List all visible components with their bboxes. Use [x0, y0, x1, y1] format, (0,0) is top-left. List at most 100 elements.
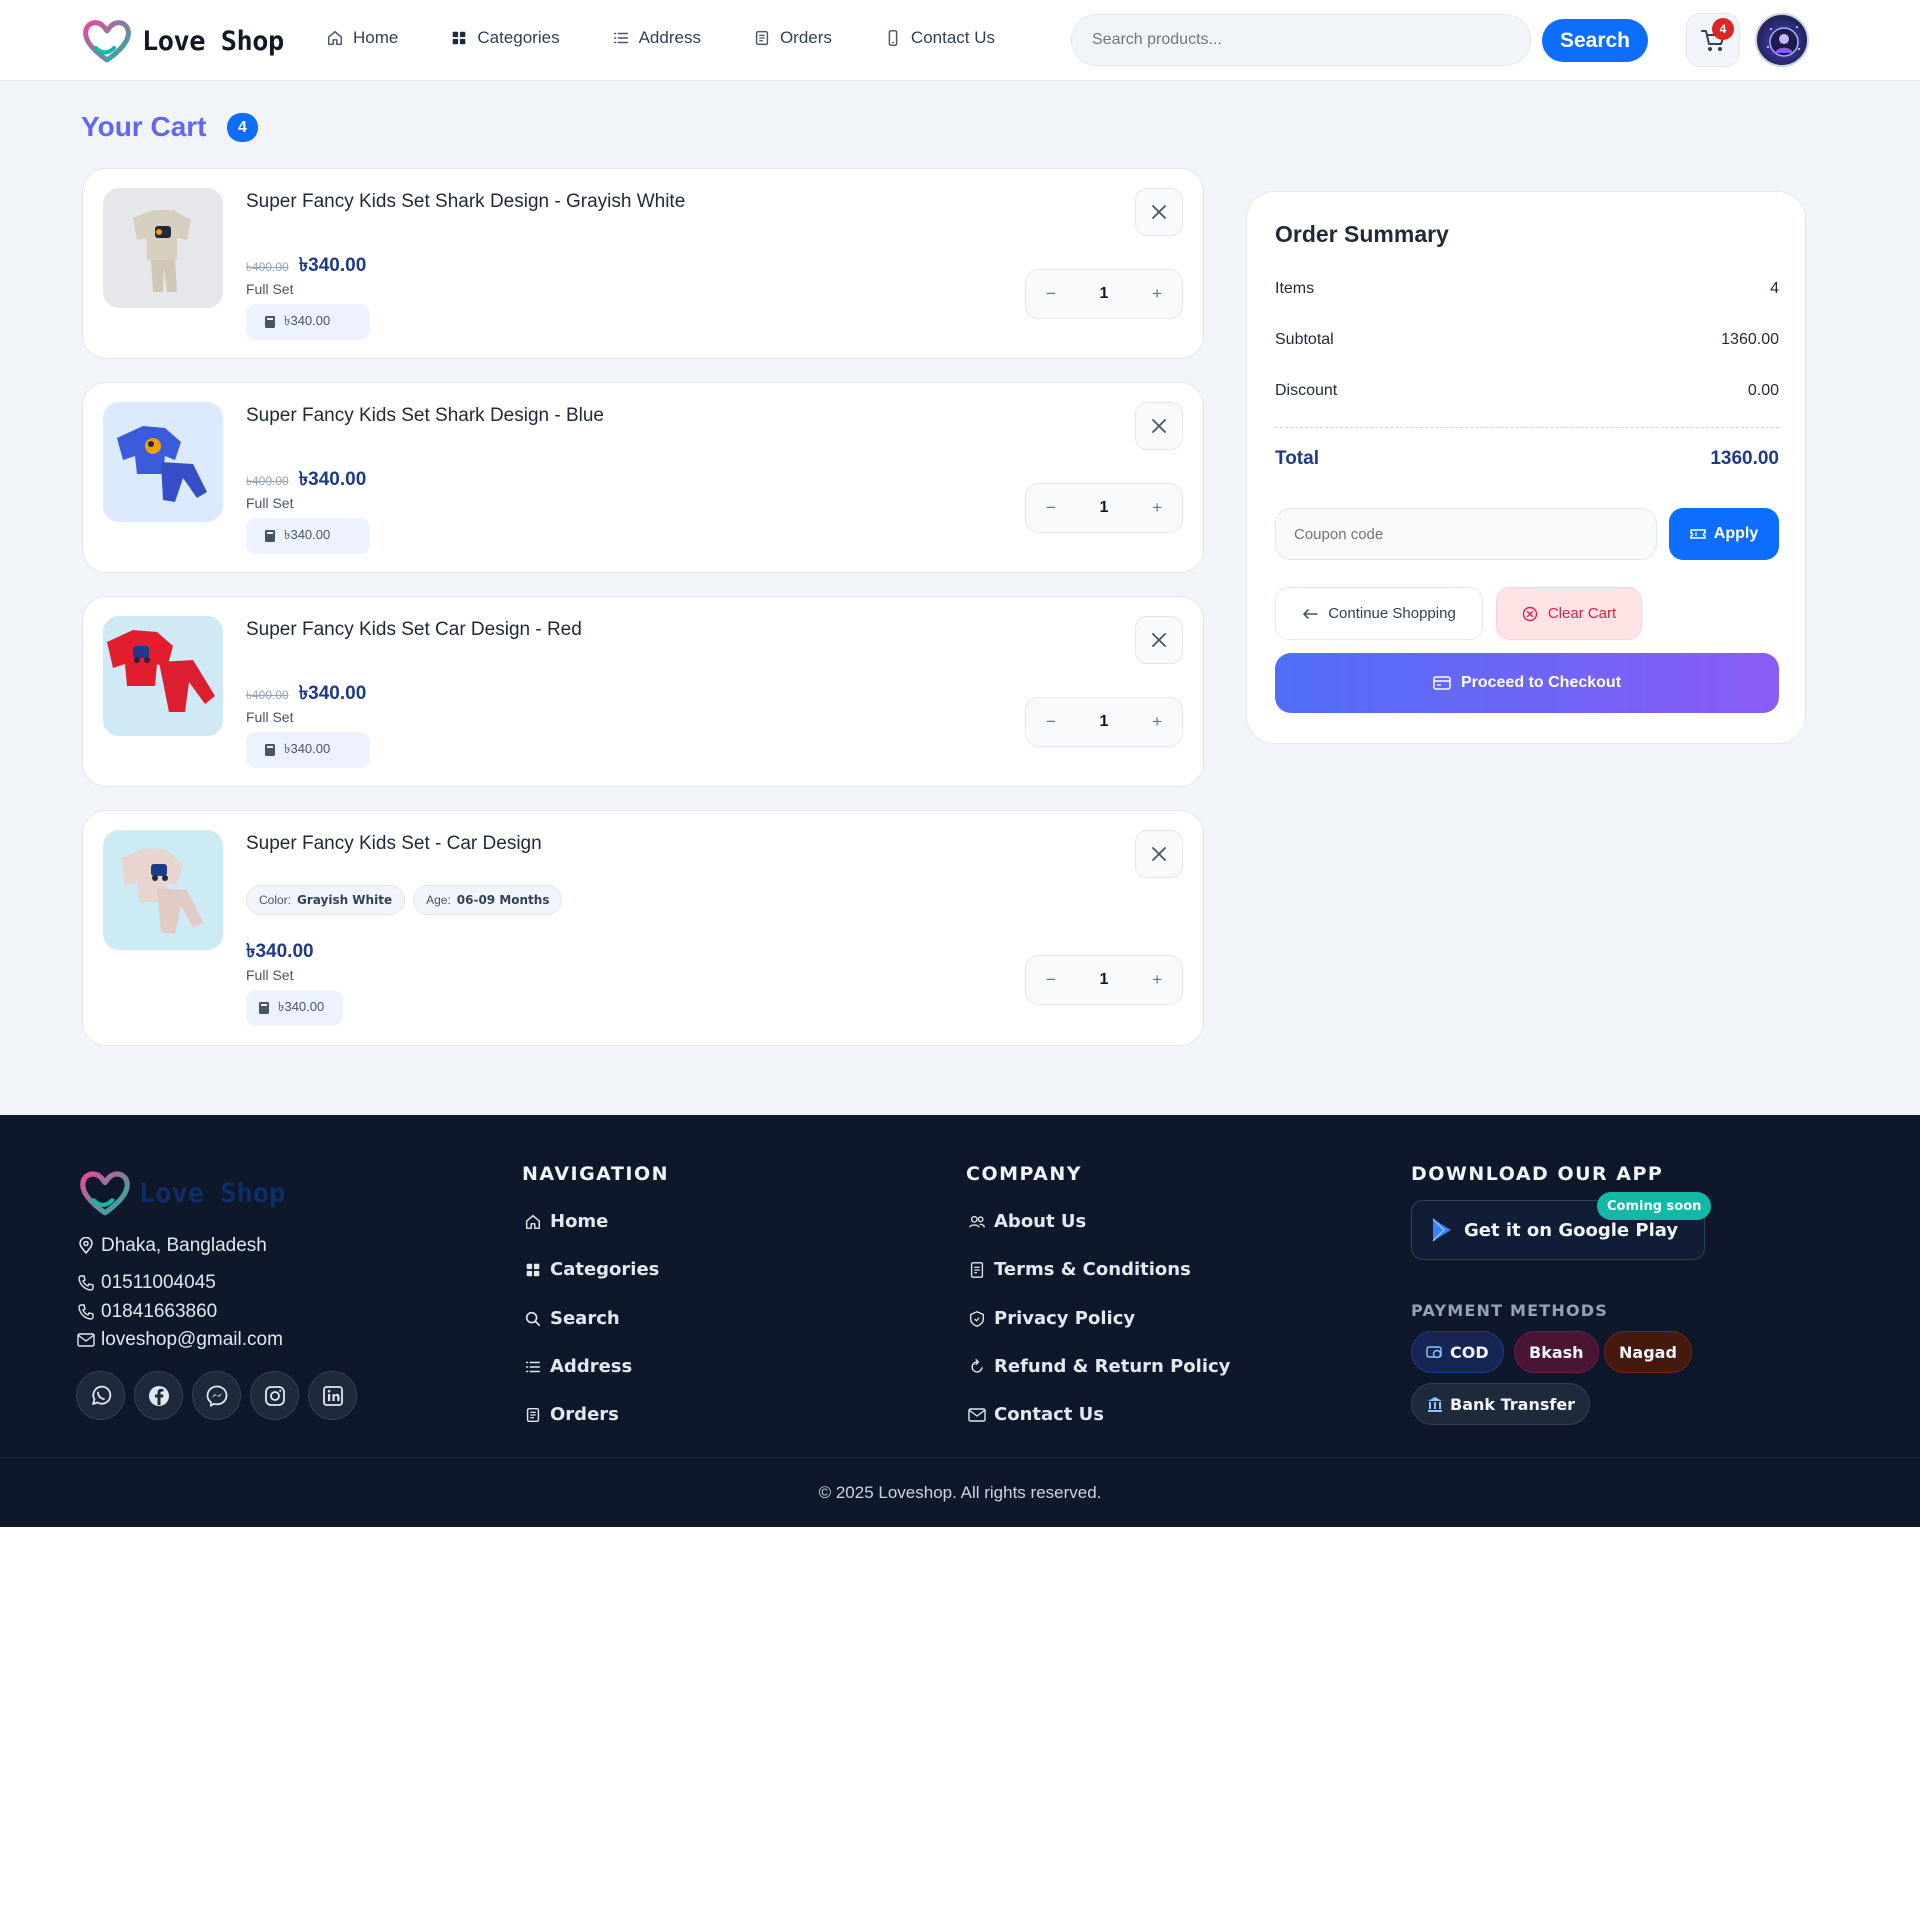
- footer-link-search[interactable]: Search: [524, 1308, 620, 1329]
- attribute-value: 06-09 Months: [456, 893, 550, 907]
- main-nav: Home Categories Address Orders Contact U…: [326, 28, 1047, 48]
- remove-item-button[interactable]: [1135, 830, 1183, 878]
- close-icon: [1152, 419, 1166, 433]
- nav-contact-label: Contact Us: [910, 28, 996, 47]
- price-row: ৳340.00: [246, 937, 314, 969]
- nav-categories-label: Categories: [477, 28, 560, 47]
- product-image[interactable]: [103, 830, 223, 950]
- footer-link-label: Address: [550, 1356, 633, 1377]
- subtotal-label: Subtotal: [1275, 331, 1334, 348]
- calculator-icon: [265, 316, 275, 328]
- quantity-stepper: − 1 +: [1025, 483, 1183, 533]
- increase-button[interactable]: +: [1152, 712, 1162, 732]
- order-summary-card: Order Summary Items 4 Subtotal 1360.00 D…: [1246, 191, 1806, 744]
- facebook-link[interactable]: [134, 1371, 183, 1420]
- decrease-button[interactable]: −: [1046, 498, 1056, 518]
- clear-cart-button[interactable]: Clear Cart: [1496, 587, 1642, 640]
- product-image[interactable]: [103, 616, 223, 736]
- remove-item-button[interactable]: [1135, 402, 1183, 450]
- search-input[interactable]: [1071, 14, 1531, 66]
- google-play-icon: [1432, 1218, 1451, 1242]
- sale-price: ৳340.00: [298, 683, 367, 704]
- phone-icon: [78, 1304, 94, 1320]
- nav-orders[interactable]: Orders: [753, 28, 832, 48]
- decrease-button[interactable]: −: [1046, 970, 1056, 990]
- nav-categories[interactable]: Categories: [450, 28, 560, 48]
- increase-button[interactable]: +: [1152, 498, 1162, 518]
- footer-logo[interactable]: Love Shop: [79, 1169, 285, 1217]
- footer-phone-1[interactable]: 01511004045: [77, 1272, 216, 1294]
- footer-link-home[interactable]: Home: [524, 1211, 608, 1232]
- footer-link-address[interactable]: Address: [524, 1356, 632, 1377]
- payment-label: Bank Transfer: [1450, 1394, 1576, 1414]
- nav-contact[interactable]: Contact Us: [884, 28, 995, 48]
- avatar[interactable]: [1755, 13, 1809, 67]
- remove-item-button[interactable]: [1135, 616, 1183, 664]
- list-icon: [525, 1361, 541, 1372]
- variant-label: Full Set: [246, 495, 294, 511]
- instagram-link[interactable]: [250, 1371, 299, 1420]
- line-total-value: ৳340.00: [278, 998, 325, 1014]
- increase-button[interactable]: +: [1152, 970, 1162, 990]
- decrease-button[interactable]: −: [1046, 284, 1056, 304]
- footer-link-label: Categories: [550, 1259, 660, 1280]
- footer-email[interactable]: loveshop@gmail.com: [77, 1329, 283, 1351]
- footer-link-label: About Us: [994, 1211, 1087, 1232]
- product-image[interactable]: [103, 402, 223, 522]
- coupon-input[interactable]: [1275, 508, 1657, 560]
- search-button[interactable]: Search: [1542, 19, 1648, 62]
- quantity-value: 1: [1099, 285, 1109, 302]
- cash-icon: [1426, 1346, 1442, 1359]
- color-attribute: Color: Grayish White: [246, 885, 406, 915]
- discount-label: Discount: [1275, 382, 1338, 399]
- receipt-icon: [526, 1407, 540, 1422]
- age-attribute: Age: 06-09 Months: [413, 885, 563, 915]
- calculator-icon: [259, 1002, 269, 1014]
- footer-link-about[interactable]: About Us: [968, 1211, 1086, 1232]
- ticket-icon: [1690, 529, 1706, 539]
- checkout-button[interactable]: Proceed to Checkout: [1275, 653, 1779, 713]
- location-text: Dhaka, Bangladesh: [101, 1235, 267, 1256]
- page-title: Your Cart: [81, 111, 207, 142]
- linkedin-link[interactable]: [308, 1371, 357, 1420]
- cart-count-badge: 4: [1712, 18, 1734, 40]
- product-image-car-red: [103, 616, 223, 736]
- remove-item-button[interactable]: [1135, 188, 1183, 236]
- payment-cod: COD: [1411, 1331, 1504, 1373]
- footer-link-label: Privacy Policy: [994, 1308, 1136, 1329]
- footer-phone-2[interactable]: 01841663860: [77, 1301, 217, 1323]
- footer-link-categories[interactable]: Categories: [524, 1259, 659, 1280]
- payment-label: Nagad: [1619, 1342, 1677, 1362]
- whatsapp-link[interactable]: [76, 1371, 125, 1420]
- cart-button[interactable]: [1686, 13, 1740, 67]
- brand-name: Love Shop: [142, 25, 284, 57]
- line-total-value: ৳340.00: [284, 526, 331, 542]
- footer-link-contact[interactable]: Contact Us: [968, 1404, 1104, 1425]
- footer-link-label: Terms & Conditions: [994, 1259, 1191, 1280]
- footer-brand-name: Love Shop: [139, 1177, 286, 1209]
- footer-link-privacy[interactable]: Privacy Policy: [968, 1308, 1135, 1329]
- continue-shopping-button[interactable]: Continue Shopping: [1275, 587, 1483, 640]
- product-image[interactable]: [103, 188, 223, 308]
- product-name[interactable]: Super Fancy Kids Set Shark Design - Blue: [246, 405, 604, 427]
- variant-label: Full Set: [246, 967, 294, 983]
- product-name[interactable]: Super Fancy Kids Set Shark Design - Gray…: [246, 191, 685, 213]
- apply-coupon-button[interactable]: Apply: [1669, 508, 1779, 560]
- decrease-button[interactable]: −: [1046, 712, 1056, 732]
- close-icon: [1152, 847, 1166, 861]
- messenger-link[interactable]: [192, 1371, 241, 1420]
- footer-link-orders[interactable]: Orders: [524, 1404, 619, 1425]
- mail-icon: [77, 1333, 95, 1347]
- nav-home[interactable]: Home: [326, 28, 398, 48]
- product-name[interactable]: Super Fancy Kids Set Car Design - Red: [246, 619, 582, 641]
- product-name[interactable]: Super Fancy Kids Set - Car Design: [246, 833, 542, 855]
- items-value: 4: [1770, 280, 1779, 297]
- nav-address[interactable]: Address: [612, 28, 701, 48]
- continue-label: Continue Shopping: [1328, 605, 1456, 622]
- line-total: ৳340.00: [246, 990, 343, 1026]
- footer-link-terms[interactable]: Terms & Conditions: [968, 1259, 1191, 1280]
- footer-link-refund[interactable]: Refund & Return Policy: [968, 1356, 1230, 1377]
- receipt-icon: [755, 30, 769, 46]
- brand-logo[interactable]: Love Shop: [82, 18, 284, 64]
- increase-button[interactable]: +: [1152, 284, 1162, 304]
